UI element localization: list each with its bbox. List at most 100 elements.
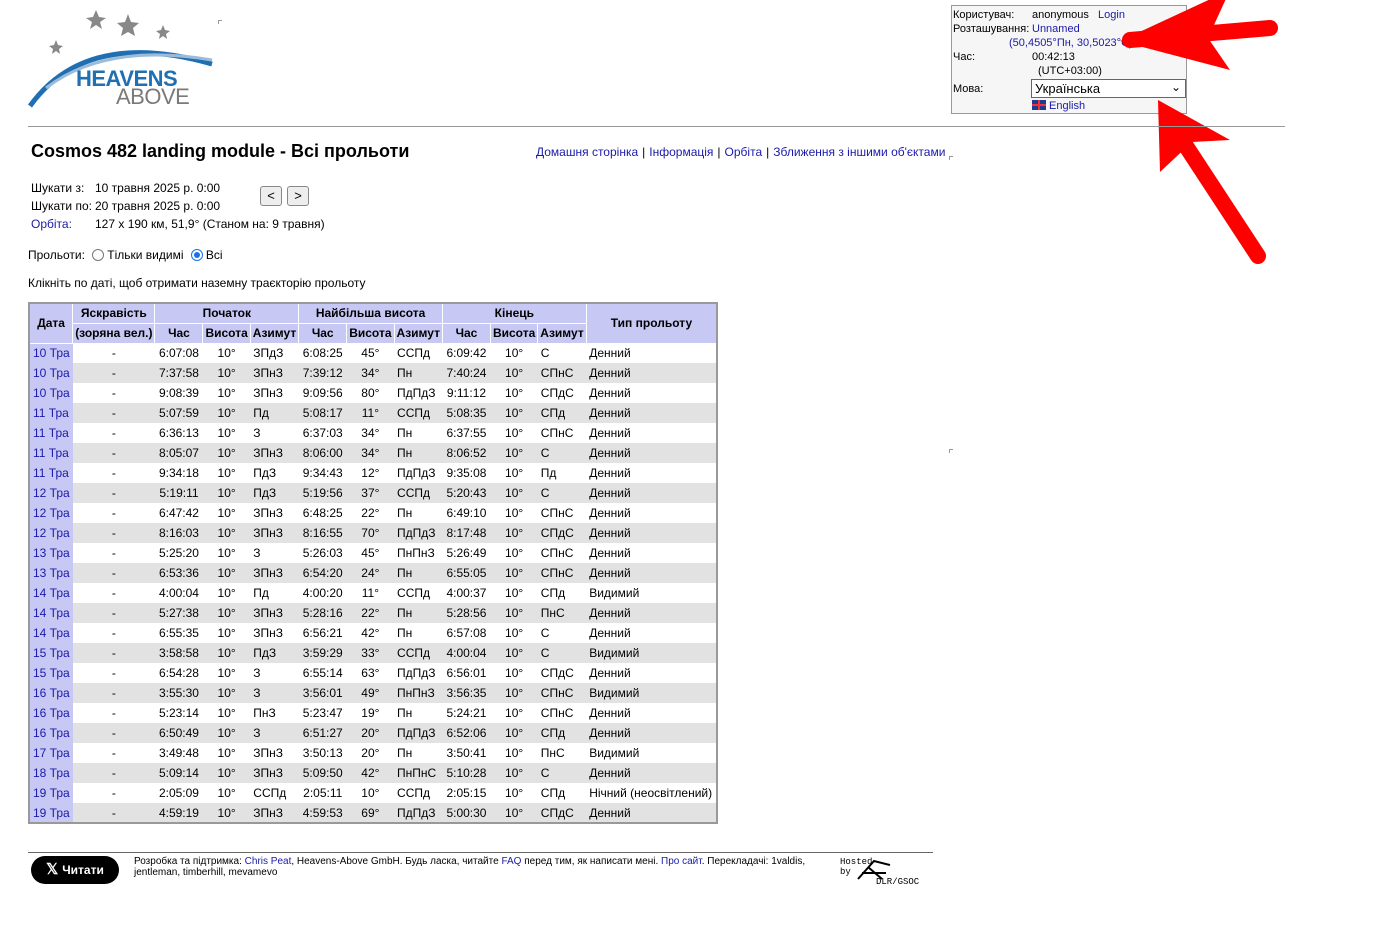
cell-start-az: З xyxy=(253,666,261,680)
cell-end-alt: 10° xyxy=(490,603,538,623)
hosted-by-dlr[interactable]: Hosted by DLR/GSOC xyxy=(840,857,919,887)
pass-date-link[interactable]: 11 Тра xyxy=(33,466,69,480)
prev-period-button[interactable]: < xyxy=(260,186,282,206)
cell-end-time: 5:26:49 xyxy=(446,546,487,560)
cell-start-az: З xyxy=(253,426,261,440)
visible-only-radio[interactable] xyxy=(92,249,105,261)
nav-orbit-link[interactable]: Орбіта xyxy=(725,145,763,159)
cell-date[interactable]: 12 Тра xyxy=(29,503,73,523)
pass-date-link[interactable]: 12 Тра xyxy=(33,486,70,500)
x-follow-button[interactable]: 𝕏 Читати xyxy=(31,856,119,884)
cell-end-time: 9:11:12 xyxy=(446,386,487,400)
cell-type: Видимий xyxy=(586,683,718,703)
pass-date-link[interactable]: 11 Тра xyxy=(33,446,69,460)
cell-type: Денний xyxy=(586,803,718,823)
cell-end-az: СПдС xyxy=(540,666,574,680)
pass-date-link[interactable]: 15 Тра xyxy=(33,666,70,680)
pass-date-link[interactable]: 12 Тра xyxy=(33,506,70,520)
pass-date-link[interactable]: 14 Тра xyxy=(33,606,70,620)
nav-info-link[interactable]: Інформація xyxy=(649,145,713,159)
location-link[interactable]: Unnamed xyxy=(1032,23,1080,35)
table-row: 17 Тра - 3:49:48 10° ЗПнЗ 3:50:13 20° Пн 3:50:41… xyxy=(29,743,717,763)
cell-start-time: 3:58:58 xyxy=(154,643,203,663)
about-link[interactable]: Про сайт xyxy=(661,856,702,867)
author-link[interactable]: Chris Peat xyxy=(245,856,292,867)
next-period-button[interactable]: > xyxy=(287,186,309,206)
english-option[interactable]: English xyxy=(1032,100,1085,112)
cell-type: Видимий xyxy=(589,586,640,600)
pass-date-link[interactable]: 10 Тра xyxy=(33,386,70,400)
cell-date[interactable]: 19 Тра xyxy=(29,783,73,803)
cell-date[interactable]: 13 Тра xyxy=(29,543,73,563)
cell-end-alt: 10° xyxy=(505,666,524,680)
cell-date[interactable]: 14 Тра xyxy=(29,623,73,643)
cell-date[interactable]: 14 Тра xyxy=(29,583,73,603)
pass-date-link[interactable]: 14 Тра xyxy=(33,626,70,640)
all-radio[interactable] xyxy=(190,249,203,261)
orbit-link[interactable]: Орбіта: xyxy=(31,215,95,233)
cell-max-alt: 69° xyxy=(346,803,395,823)
location-coords[interactable]: (50,4505°Пн, 30,5023°С) xyxy=(1009,37,1133,49)
pass-date-link[interactable]: 11 Тра xyxy=(33,406,69,420)
pass-date-link[interactable]: 19 Тра xyxy=(33,786,70,800)
from-label: Шукати з: xyxy=(31,181,85,195)
pass-date-link[interactable]: 13 Тра xyxy=(33,566,70,580)
cell-date[interactable]: 19 Тра xyxy=(29,803,73,823)
header-end-time: Час xyxy=(441,323,491,344)
pass-date-link[interactable]: 10 Тра xyxy=(33,346,70,360)
cell-date[interactable]: 11 Тра xyxy=(29,463,73,483)
pass-date-link[interactable]: 16 Тра xyxy=(33,726,70,740)
cell-date[interactable]: 14 Тра xyxy=(29,603,73,623)
cell-start-alt: 10° xyxy=(217,706,236,720)
cell-date[interactable]: 15 Тра xyxy=(29,663,73,683)
cell-max-az: ССПд xyxy=(394,643,443,663)
cell-date[interactable]: 11 Тра xyxy=(29,423,73,443)
pass-date-link[interactable]: 16 Тра xyxy=(33,706,70,720)
cell-end-time: 6:55:05 xyxy=(442,563,491,583)
pass-date-link[interactable]: 10 Тра xyxy=(33,366,70,380)
nav-close-approach-link[interactable]: Зближення з іншими об'єктами xyxy=(773,145,945,159)
pass-date-link[interactable]: 16 Тра xyxy=(33,686,70,700)
cell-end-time: 6:09:42 xyxy=(446,346,487,361)
visible-only-label[interactable]: Тільки видимі xyxy=(107,248,183,262)
filter-label: Прольоти: xyxy=(28,248,85,262)
cell-date[interactable]: 12 Тра xyxy=(29,483,73,503)
cell-end-time: 3:50:41 xyxy=(446,746,487,760)
cell-date[interactable]: 16 Тра xyxy=(29,723,73,743)
table-row: 19 Тра - 2:05:09 10° ССПд 2:05:11 10° ССПд 2:05:… xyxy=(29,783,717,803)
cell-date[interactable]: 15 Тра xyxy=(29,643,73,663)
cell-date[interactable]: 16 Тра xyxy=(29,703,73,723)
pass-date-link[interactable]: 13 Тра xyxy=(33,546,70,560)
cell-date[interactable]: 13 Тра xyxy=(29,563,73,583)
cell-date[interactable]: 10 Тра xyxy=(29,363,73,383)
cell-date[interactable]: 17 Тра xyxy=(29,743,73,763)
cell-max-alt: 34° xyxy=(346,443,395,463)
pass-date-link[interactable]: 12 Тра xyxy=(33,526,70,540)
cell-start-alt: 10° xyxy=(202,643,251,663)
cell-start-alt: 10° xyxy=(202,763,251,783)
cell-date[interactable]: 10 Тра xyxy=(29,383,73,403)
cell-date[interactable]: 18 Тра xyxy=(29,763,73,783)
nav-home-link[interactable]: Домашня сторінка xyxy=(536,145,638,159)
cell-start-alt: 10° xyxy=(202,683,251,703)
cell-date[interactable]: 11 Тра xyxy=(29,443,73,463)
pass-date-link[interactable]: 17 Тра xyxy=(33,746,70,760)
pass-date-link[interactable]: 18 Тра xyxy=(33,766,70,780)
all-label[interactable]: Всі xyxy=(206,248,223,262)
cell-end-alt: 10° xyxy=(490,523,538,543)
pass-date-link[interactable]: 19 Тра xyxy=(33,806,70,820)
faq-link[interactable]: FAQ xyxy=(501,856,521,867)
pass-date-link[interactable]: 11 Тра xyxy=(33,426,69,440)
cell-date[interactable]: 12 Тра xyxy=(29,523,73,543)
pass-date-link[interactable]: 14 Тра xyxy=(33,586,70,600)
cell-brightness: - xyxy=(111,746,116,760)
heavens-above-logo[interactable]: HEAVENS ABOVE xyxy=(26,8,226,112)
cell-end-time: 8:17:48 xyxy=(442,523,491,543)
cell-max-az: Пн xyxy=(394,363,443,383)
pass-date-link[interactable]: 15 Тра xyxy=(33,646,70,660)
cell-date[interactable]: 11 Тра xyxy=(29,403,73,423)
english-link[interactable]: English xyxy=(1049,100,1085,112)
cell-date[interactable]: 16 Тра xyxy=(29,683,73,703)
cell-date[interactable]: 10 Тра xyxy=(29,343,73,363)
cell-end-az: С xyxy=(540,626,550,640)
